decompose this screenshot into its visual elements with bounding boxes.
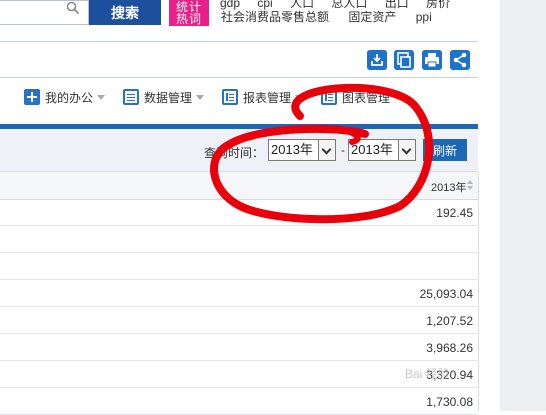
sort-icon[interactable] — [467, 180, 473, 191]
table-row — [0, 226, 478, 253]
download-icon[interactable] — [367, 50, 387, 70]
search-button[interactable]: 搜索 — [89, 0, 161, 25]
plus-icon — [24, 89, 40, 105]
hot-words-badge: 统计 热词 — [169, 0, 209, 26]
nav-item-label: 图表管理 — [342, 90, 391, 105]
chevron-down-icon — [295, 94, 304, 100]
query-time-label: 查询时间： — [204, 146, 265, 160]
nav-item-label: 报表管理 — [243, 90, 292, 105]
nav-item-report-management[interactable]: 报表管理 — [222, 87, 304, 107]
hot-link[interactable]: ppi — [416, 10, 432, 24]
hot-links-row1: gdp cpi 人口 总人口 出口 房价 — [220, 0, 464, 10]
search-icon[interactable] — [66, 1, 80, 15]
start-year-select[interactable]: 2013年 — [268, 139, 336, 161]
hot-link[interactable]: 社会消费品零售总额 — [221, 10, 329, 24]
range-separator: - — [341, 143, 345, 157]
table-cell: 1,730.08 — [426, 395, 473, 409]
print-icon[interactable] — [422, 50, 442, 70]
main-nav: 我的办公 数据管理 报表管理 图表管理 — [0, 78, 478, 116]
chevron-down-icon — [394, 94, 403, 100]
nav-item-label: 数据管理 — [144, 90, 193, 105]
chart-icon — [321, 89, 337, 105]
chevron-down-icon[interactable] — [318, 140, 335, 160]
nav-item-label: 我的办公 — [45, 90, 94, 105]
chevron-down-icon[interactable] — [398, 140, 415, 160]
table-cell: 3,968.26 — [426, 341, 473, 355]
page: 搜索 统计 热词 gdp cpi 人口 总人口 出口 房价 社会消费品零售总额 … — [0, 0, 479, 415]
table-row — [0, 253, 478, 280]
share-icon[interactable] — [450, 50, 470, 70]
table-row: 3,968.26 — [0, 334, 478, 361]
refresh-button[interactable]: 刷新 — [423, 139, 467, 161]
table-cell: 1,207.52 — [426, 314, 473, 328]
start-year-value: 2013年 — [271, 142, 313, 157]
nav-item-chart-management[interactable]: 图表管理 — [321, 87, 403, 107]
right-gutter — [500, 0, 546, 411]
table-right-border — [478, 172, 479, 411]
end-year-select[interactable]: 2013年 — [348, 139, 416, 161]
end-year-value: 2013年 — [351, 142, 393, 157]
search-box[interactable] — [0, 0, 89, 25]
table-cell: 192.45 — [436, 206, 473, 220]
document-icon — [123, 89, 139, 105]
table-row: 25,093.04 — [0, 280, 478, 307]
hot-link[interactable]: 固定资产 — [348, 10, 396, 24]
table-icon — [222, 89, 238, 105]
table-row: 192.45 — [0, 199, 478, 226]
hot-links-row2: 社会消费品零售总额 固定资产 ppi — [221, 8, 448, 25]
table-row: 1,207.52 — [0, 307, 478, 334]
nav-item-data-management[interactable]: 数据管理 — [123, 87, 205, 107]
watermark: Bai 经验 — [405, 367, 450, 381]
nav-item-my-office[interactable]: 我的办公 — [24, 87, 106, 107]
chevron-down-icon — [196, 94, 205, 100]
search-input[interactable] — [0, 1, 68, 22]
table-header: 2013年 — [0, 172, 478, 200]
copy-icon[interactable] — [394, 50, 414, 70]
chevron-down-icon — [97, 94, 106, 100]
table-cell: 25,093.04 — [419, 287, 473, 301]
column-header-year[interactable]: 2013年 — [431, 179, 466, 195]
hot-badge-line2: 热词 — [175, 12, 202, 26]
divider — [0, 41, 478, 42]
